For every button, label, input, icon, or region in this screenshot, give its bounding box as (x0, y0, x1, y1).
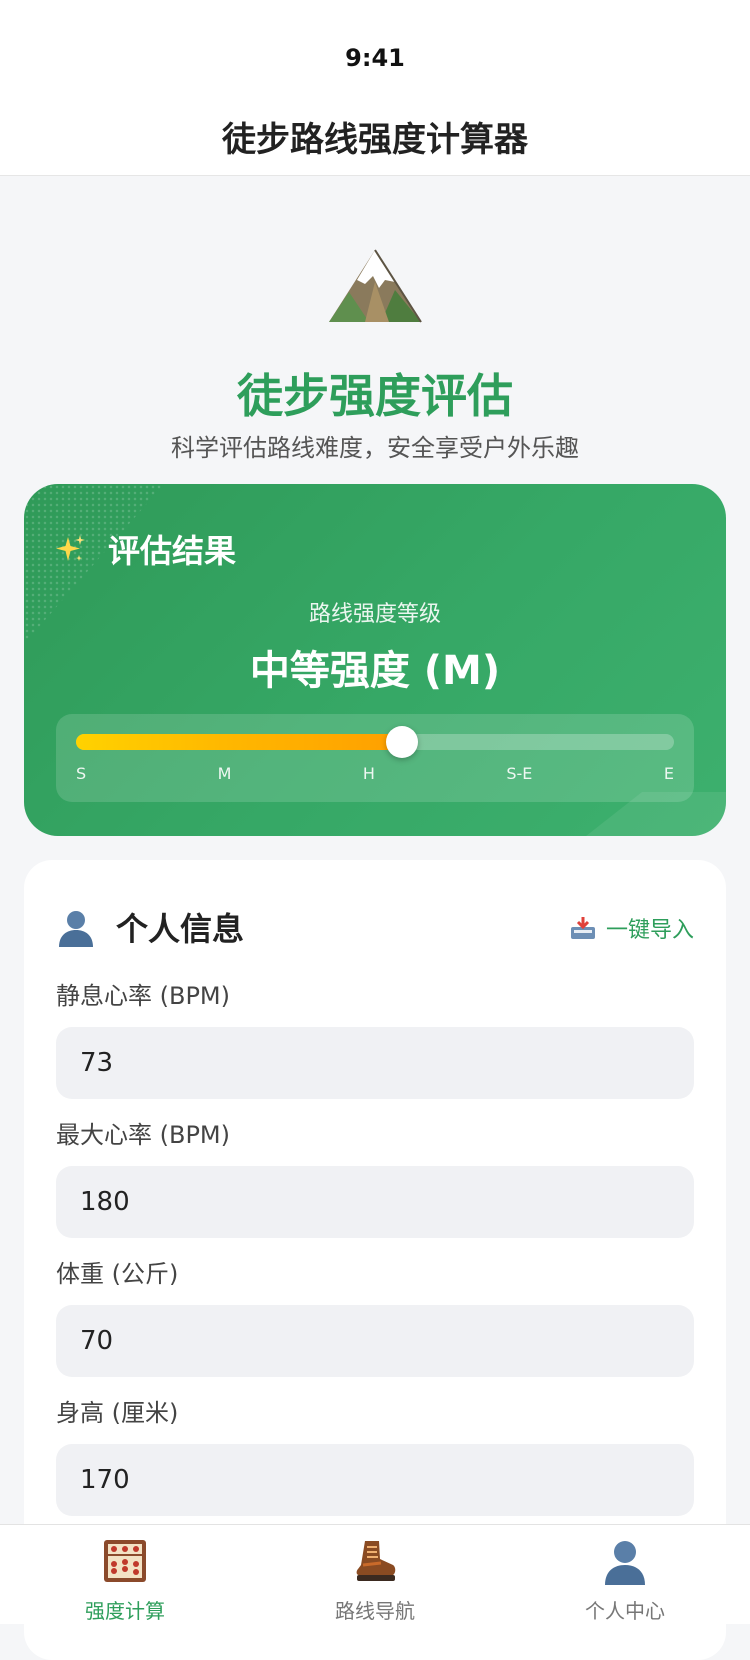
scale-label-e: E (663, 764, 674, 783)
abacus-icon (104, 1540, 146, 1582)
result-title: 评估结果 (108, 532, 237, 570)
tab-intensity-calc[interactable]: 强度计算 (0, 1525, 250, 1624)
resting-heart-rate-field: 静息心率 (BPM) (56, 976, 694, 1099)
bottom-tab-bar: 强度计算 路线导航 个人中心 (0, 1524, 750, 1624)
intensity-track (76, 726, 674, 758)
resting-heart-rate-input[interactable] (56, 1027, 694, 1099)
result-header: 评估结果 (54, 526, 236, 572)
hero-section: 徒步强度评估 科学评估路线难度，安全享受户外乐趣 (0, 176, 750, 476)
intensity-scale: S M H S-E E (56, 714, 694, 802)
page-title: 徒步路线强度计算器 (222, 120, 528, 160)
inbox-tray-icon (570, 917, 595, 939)
weight-field: 体重 (公斤) (56, 1254, 694, 1377)
max-heart-rate-label: 最大心率 (BPM) (56, 1121, 230, 1149)
tab-label-profile: 个人中心 (585, 1599, 665, 1623)
import-label: 一键导入 (605, 918, 694, 943)
person-icon (59, 911, 93, 947)
level-caption: 路线强度等级 (308, 602, 441, 627)
scale-label-m: M (217, 764, 232, 783)
personal-info-title: 个人信息 (116, 910, 245, 948)
scale-label-s: S (76, 764, 87, 783)
result-card: 评估结果 路线强度等级 中等强度 (M) S M H S-E E (24, 484, 726, 836)
tab-profile[interactable]: 个人中心 (500, 1525, 750, 1624)
height-field: 身高 (厘米) (56, 1393, 694, 1516)
tab-label-route-navigation: 路线导航 (335, 1599, 415, 1623)
max-heart-rate-field: 最大心率 (BPM) (56, 1115, 694, 1238)
intensity-fill (76, 734, 402, 750)
hiking-boot-icon (356, 1541, 396, 1581)
max-heart-rate-input[interactable] (56, 1166, 694, 1238)
height-label: 身高 (厘米) (56, 1399, 179, 1427)
status-bar: 9:41 (0, 0, 750, 100)
hero-subtitle: 科学评估路线难度，安全享受户外乐趣 (171, 434, 579, 462)
one-click-import-button[interactable]: 一键导入 (570, 912, 694, 944)
personal-info-header: 个人信息 (56, 904, 244, 950)
person-silhouette-icon (605, 1541, 645, 1585)
weight-label: 体重 (公斤) (56, 1260, 179, 1288)
intensity-labels: S M H S-E E (76, 764, 674, 788)
intensity-thumb[interactable] (385, 726, 418, 758)
mountain-icon (329, 249, 422, 323)
height-input[interactable] (56, 1444, 694, 1516)
level-value: 中等强度 (M) (249, 648, 501, 694)
resting-heart-rate-label: 静息心率 (BPM) (56, 982, 230, 1010)
weight-input[interactable] (56, 1305, 694, 1377)
tab-route-navigation[interactable]: 路线导航 (250, 1525, 500, 1624)
status-time: 9:41 (345, 44, 405, 72)
scale-label-h: H (362, 764, 375, 783)
sparkles-icon (56, 535, 85, 561)
nav-bar: 徒步路线强度计算器 (0, 100, 750, 176)
hero-title: 徒步强度评估 (237, 369, 513, 423)
scale-label-s-e: S-E (506, 764, 533, 783)
tab-label-intensity-calc: 强度计算 (85, 1599, 165, 1623)
